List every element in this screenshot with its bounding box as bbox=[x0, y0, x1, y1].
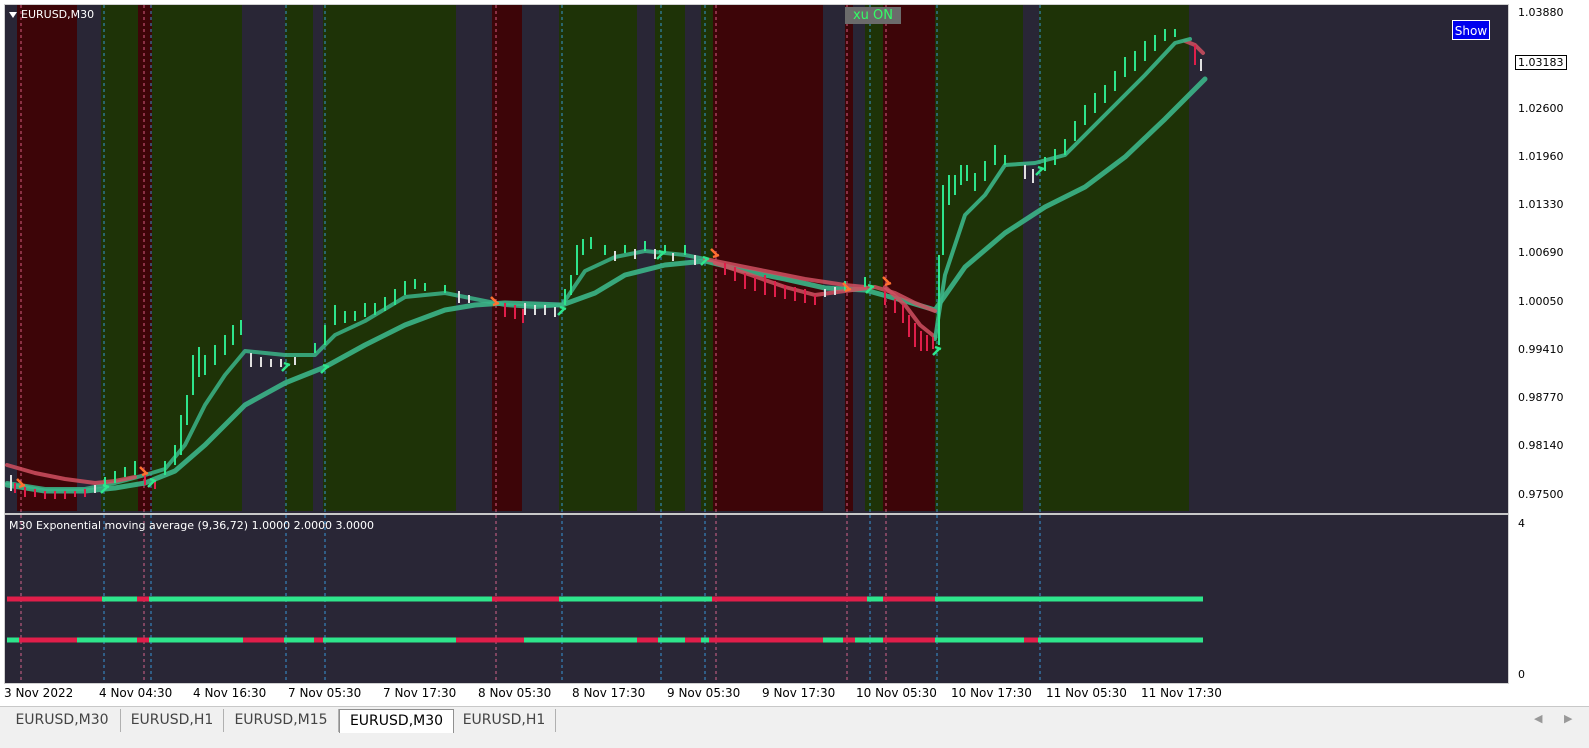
xu-status-badge[interactable]: xu ON bbox=[845, 7, 901, 24]
price-tick: 1.00690 bbox=[1518, 246, 1564, 259]
subwindow-title: M30 Exponential moving average (9,36,72)… bbox=[9, 519, 375, 532]
time-tick: 7 Nov 17:30 bbox=[383, 686, 457, 700]
time-tick: 7 Nov 05:30 bbox=[288, 686, 362, 700]
chart-tab-bar: EURUSD,M30 EURUSD,H1 EURUSD,M15 EURUSD,M… bbox=[0, 706, 1589, 735]
price-tick: 1.00050 bbox=[1518, 295, 1564, 308]
bear-zone bbox=[138, 5, 152, 511]
price-tick: 1.03880 bbox=[1518, 6, 1564, 19]
tab-eurusd-h1[interactable]: EURUSD,H1 bbox=[121, 709, 224, 732]
bull-zone bbox=[559, 5, 637, 511]
bull-zone bbox=[323, 5, 456, 511]
time-tick: 3 Nov 2022 bbox=[4, 686, 74, 700]
status-strip bbox=[0, 735, 1589, 748]
price-tick: 0.97500 bbox=[1518, 488, 1564, 501]
price-axis[interactable]: 1.03880 1.03183 1.02600 1.01960 1.01330 … bbox=[1510, 4, 1589, 684]
price-tick: 1.01960 bbox=[1518, 150, 1564, 163]
tab-eurusd-m30-active[interactable]: EURUSD,M30 bbox=[339, 709, 454, 733]
time-tick: 8 Nov 17:30 bbox=[572, 686, 646, 700]
time-tick: 8 Nov 05:30 bbox=[478, 686, 552, 700]
price-tick: 1.01330 bbox=[1518, 198, 1564, 211]
time-tick: 10 Nov 17:30 bbox=[951, 686, 1032, 700]
tab-eurusd-m15[interactable]: EURUSD,M15 bbox=[224, 709, 339, 732]
time-tick: 9 Nov 17:30 bbox=[762, 686, 836, 700]
chart-window[interactable]: EURUSD,M30 xu ON Show M30 Exponential mo… bbox=[4, 4, 1509, 684]
bear-zone bbox=[845, 5, 853, 511]
price-chart[interactable] bbox=[5, 5, 1509, 684]
price-tick: 0.98770 bbox=[1518, 391, 1564, 404]
bear-zone bbox=[713, 5, 823, 511]
time-tick: 4 Nov 16:30 bbox=[193, 686, 267, 700]
bear-zone bbox=[883, 5, 935, 511]
pane-separator[interactable] bbox=[5, 513, 1508, 515]
bull-zone bbox=[865, 5, 883, 511]
time-tick: 10 Nov 05:30 bbox=[856, 686, 937, 700]
time-axis[interactable]: 3 Nov 2022 4 Nov 04:30 4 Nov 16:30 7 Nov… bbox=[0, 684, 1510, 704]
tab-eurusd-m30[interactable]: EURUSD,M30 bbox=[4, 709, 121, 732]
scroll-left-icon[interactable]: ◀ bbox=[1534, 712, 1542, 725]
time-tick: 11 Nov 17:30 bbox=[1141, 686, 1222, 700]
subwindow-tick-top: 4 bbox=[1518, 517, 1525, 530]
symbol-title-text: EURUSD,M30 bbox=[21, 8, 95, 21]
time-tick: 4 Nov 04:30 bbox=[99, 686, 173, 700]
show-button[interactable]: Show bbox=[1452, 20, 1490, 40]
tab-eurusd-h1-second[interactable]: EURUSD,H1 bbox=[453, 709, 556, 732]
subwindow-tick-bottom: 0 bbox=[1518, 668, 1525, 681]
price-tick: 1.02600 bbox=[1518, 102, 1564, 115]
bull-zone bbox=[101, 5, 138, 511]
bull-zone bbox=[285, 5, 313, 511]
scroll-right-icon[interactable]: ▶ bbox=[1564, 712, 1572, 725]
current-price-label: 1.03183 bbox=[1515, 55, 1567, 70]
time-tick: 9 Nov 05:30 bbox=[667, 686, 741, 700]
bear-zone bbox=[17, 5, 77, 511]
bull-zone bbox=[152, 5, 242, 511]
dropdown-triangle-icon[interactable] bbox=[9, 11, 17, 18]
price-tick: 0.99410 bbox=[1518, 343, 1564, 356]
price-tick: 0.98140 bbox=[1518, 439, 1564, 452]
time-tick: 11 Nov 05:30 bbox=[1046, 686, 1127, 700]
symbol-title[interactable]: EURUSD,M30 bbox=[9, 8, 94, 21]
